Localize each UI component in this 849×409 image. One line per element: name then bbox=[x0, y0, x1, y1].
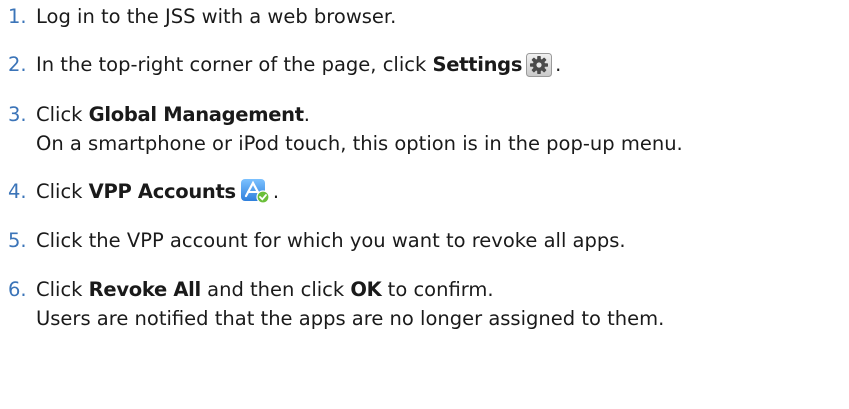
step-text-end: . bbox=[272, 180, 280, 203]
step-2: 2. In the top-right corner of the page, c… bbox=[8, 50, 561, 85]
step-number: 2. bbox=[8, 53, 27, 76]
step-4: 4. Click VPP Accounts . bbox=[8, 177, 279, 212]
vpp-app-store-icon bbox=[240, 178, 270, 212]
step-text: In the top-right corner of the page, cli… bbox=[36, 53, 433, 76]
step-text: Log in to the JSS with a web browser. bbox=[36, 5, 397, 28]
ok-label: OK bbox=[350, 278, 382, 301]
step-6: 6. Click Revoke All and then click OK to … bbox=[8, 275, 664, 333]
step-1: 1. Log in to the JSS with a web browser. bbox=[8, 2, 396, 31]
step-text: Click bbox=[36, 180, 89, 203]
step-text: Click bbox=[36, 278, 89, 301]
revoke-all-label: Revoke All bbox=[88, 278, 202, 301]
step-5: 5. Click the VPP account for which you wa… bbox=[8, 226, 626, 255]
settings-gear-icon bbox=[526, 53, 553, 85]
vpp-accounts-label: VPP Accounts bbox=[88, 180, 236, 203]
step-number: 4. bbox=[8, 180, 27, 203]
step-number: 5. bbox=[8, 229, 27, 252]
step-number: 1. bbox=[8, 5, 27, 28]
step-text-middle: and then click bbox=[200, 278, 351, 301]
step-text-end: . bbox=[303, 103, 310, 126]
step-note: Users are notified that the apps are no … bbox=[36, 307, 665, 330]
step-text: Click bbox=[36, 103, 89, 126]
step-text-end: to confirm. bbox=[381, 278, 494, 301]
step-number: 6. bbox=[8, 278, 27, 301]
step-number: 3. bbox=[8, 103, 27, 126]
step-text: Click the VPP account for which you want… bbox=[36, 229, 626, 252]
step-text-end: . bbox=[555, 53, 562, 76]
step-note: On a smartphone or iPod touch, this opti… bbox=[36, 132, 683, 155]
global-management-label: Global Management bbox=[88, 103, 304, 126]
settings-label: Settings bbox=[432, 53, 523, 76]
step-3: 3. Click Global Management. On a smartpho… bbox=[8, 100, 683, 158]
